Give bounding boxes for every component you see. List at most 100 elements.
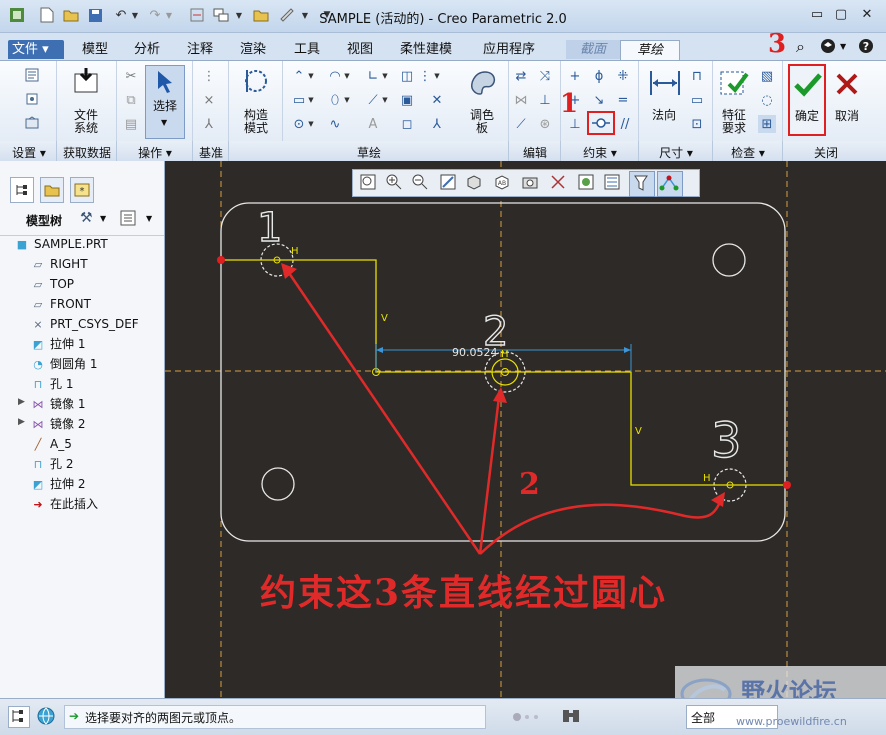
sketch-line[interactable] [221,259,787,486]
show-navigator-icon[interactable] [8,706,30,728]
perimeter-icon[interactable]: ⊓ [688,67,706,85]
more-dropdown-icon[interactable]: ▼ [432,67,442,85]
sketch-setup-icon[interactable] [24,67,40,83]
group-dimension[interactable]: 尺寸 ▾ [640,144,712,161]
repaint-icon[interactable] [439,173,459,193]
project-icon[interactable]: ◻ [398,115,416,133]
saved-orientations-icon[interactable]: AB [493,173,513,193]
search-icon[interactable]: ⌕ [796,37,805,57]
tab-model[interactable]: 模型 [78,40,112,59]
group-inspect[interactable]: 检查 ▾ [714,144,782,161]
symmetric-constraint-icon[interactable]: ⁜ [614,67,632,85]
tree-item-part[interactable]: ■ SAMPLE.PRT [14,235,108,253]
corner-icon[interactable]: ⊛ [536,115,554,133]
tree-item-hole-2[interactable]: ⊓ 孔 2 [30,455,74,473]
file-system-icon[interactable] [70,65,102,97]
parallel-constraint-icon[interactable]: // [616,115,634,133]
palette-button[interactable]: 调色 板 [458,109,506,135]
mirror-icon[interactable]: ⋈ [512,91,530,109]
tab-analysis[interactable]: 分析 [130,40,164,59]
tangent-constraint-icon[interactable]: ϕ [590,67,608,85]
fillet-dropdown-icon[interactable]: ▼ [380,67,390,85]
show-browser-icon[interactable] [36,706,56,726]
datum-centerline-icon[interactable]: ⋮ [200,67,218,85]
reference-icon[interactable] [24,91,40,107]
ok-button[interactable]: 确定 [788,64,826,136]
tree-item-top[interactable]: ▱ TOP [30,275,74,293]
tree-item-extrude-1[interactable]: ◩ 拉伸 1 [30,335,86,353]
spline-icon[interactable]: ∿ [326,115,344,133]
tree-item-front[interactable]: ▱ FRONT [30,295,91,313]
tab-applications[interactable]: 应用程序 [479,40,539,59]
coincident-constraint-button[interactable] [587,111,615,135]
graphics-window[interactable]: 90.0524 V V H H H 1 2 3 2 AB 约束这3条直线经过圆心… [165,161,886,734]
file-system-button[interactable]: 文件 系统 [62,109,110,135]
tree-item-hole-1[interactable]: ⊓ 孔 1 [30,375,74,393]
tab-tools[interactable]: 工具 [290,40,324,59]
rectangle-dropdown-icon[interactable]: ▼ [306,91,316,109]
folder-browser-tab[interactable] [40,177,64,203]
group-constrain[interactable]: 约束 ▾ [562,144,638,161]
shade-closed-loops-icon[interactable]: ⊞ [758,115,776,133]
paste-icon[interactable]: ▤ [122,115,140,133]
divide-icon[interactable]: ⊥ [536,91,554,109]
display-style-icon[interactable] [465,173,485,193]
normal-dimension-icon[interactable] [648,67,682,99]
sketch-text-icon[interactable]: A [364,115,382,133]
refit-icon[interactable] [359,173,379,193]
tab-sketch[interactable]: 草绘 [620,40,680,60]
expand-mirror-2-icon[interactable]: ▶ [18,417,25,427]
tree-show-icon[interactable] [120,210,136,229]
help-icon[interactable]: ? [858,38,874,57]
tab-annotate[interactable]: 注释 [183,40,217,59]
tree-settings-dropdown-icon[interactable]: ▼ [100,214,106,223]
feature-requirements-button[interactable]: 特征 要求 [710,109,758,135]
tab-render[interactable]: 渲染 [236,40,270,59]
tree-item-right[interactable]: ▱ RIGHT [30,255,88,273]
select-button[interactable]: 选择 ▼ [145,65,185,139]
minimize-button[interactable]: ▭ [806,6,828,24]
tree-item-mirror-2[interactable]: ⋈ 镜像 2 [30,415,86,433]
cancel-button[interactable]: 取消 [828,64,866,136]
tree-item-extrude-2[interactable]: ◩ 拉伸 2 [30,475,86,493]
maximize-button[interactable]: ▢ [830,6,852,24]
help-center-icon[interactable] [820,38,836,57]
expand-mirror-1-icon[interactable]: ▶ [18,397,25,407]
tab-file[interactable]: 文件 ▾ [8,40,64,59]
sketch-view-icon[interactable] [24,115,40,131]
sketch-canvas[interactable]: 90.0524 V V H H H 1 2 3 2 [165,161,886,698]
copy-icon[interactable]: ⧉ [122,91,140,109]
datum-point-icon[interactable]: × [200,91,218,109]
highlight-open-ends-icon[interactable]: ◌ [758,91,776,109]
tree-item-insert-here[interactable]: ➜ 在此插入 [30,495,98,513]
constraint-display-button[interactable] [657,171,683,197]
ellipse-dropdown-icon[interactable]: ▼ [342,91,352,109]
zoom-out-icon[interactable] [411,173,431,193]
reference-dim-icon[interactable]: ⊡ [688,115,706,133]
tab-flexible-modeling[interactable]: 柔性建模 [396,40,456,59]
palette-icon[interactable] [466,65,500,99]
equal-constraint-icon[interactable]: = [614,91,632,109]
datum-display-icon[interactable] [549,173,569,193]
rotate-resize-icon[interactable]: ⟋ [512,115,530,133]
overlapping-geometry-icon[interactable]: ▧ [758,67,776,85]
find-icon[interactable] [560,706,582,726]
close-window-button[interactable]: ✕ [856,6,878,24]
midpoint-constraint-icon[interactable]: ↘ [590,91,608,109]
construct-mode-button[interactable]: 构造 模式 [232,109,280,135]
cut-icon[interactable]: ✂ [122,67,140,85]
vertical-constraint-icon[interactable]: + [566,67,584,85]
baseline-icon[interactable]: ▭ [688,91,706,109]
arc-dropdown-icon[interactable]: ▼ [342,67,352,85]
circle-dropdown-icon[interactable]: ▼ [306,115,316,133]
help-dropdown-icon[interactable]: ▼ [840,42,846,51]
construct-mode-icon[interactable] [240,65,272,97]
favorites-tab[interactable]: * [70,177,94,203]
datum-csys-icon[interactable]: ⅄ [200,115,218,133]
point-icon[interactable]: ✕ [428,91,446,109]
zoom-in-icon[interactable] [385,173,405,193]
feature-requirements-icon[interactable] [718,65,752,99]
tab-view[interactable]: 视图 [343,40,377,59]
tree-show-dropdown-icon[interactable]: ▼ [146,214,152,223]
model-tree-tab[interactable] [10,177,34,203]
